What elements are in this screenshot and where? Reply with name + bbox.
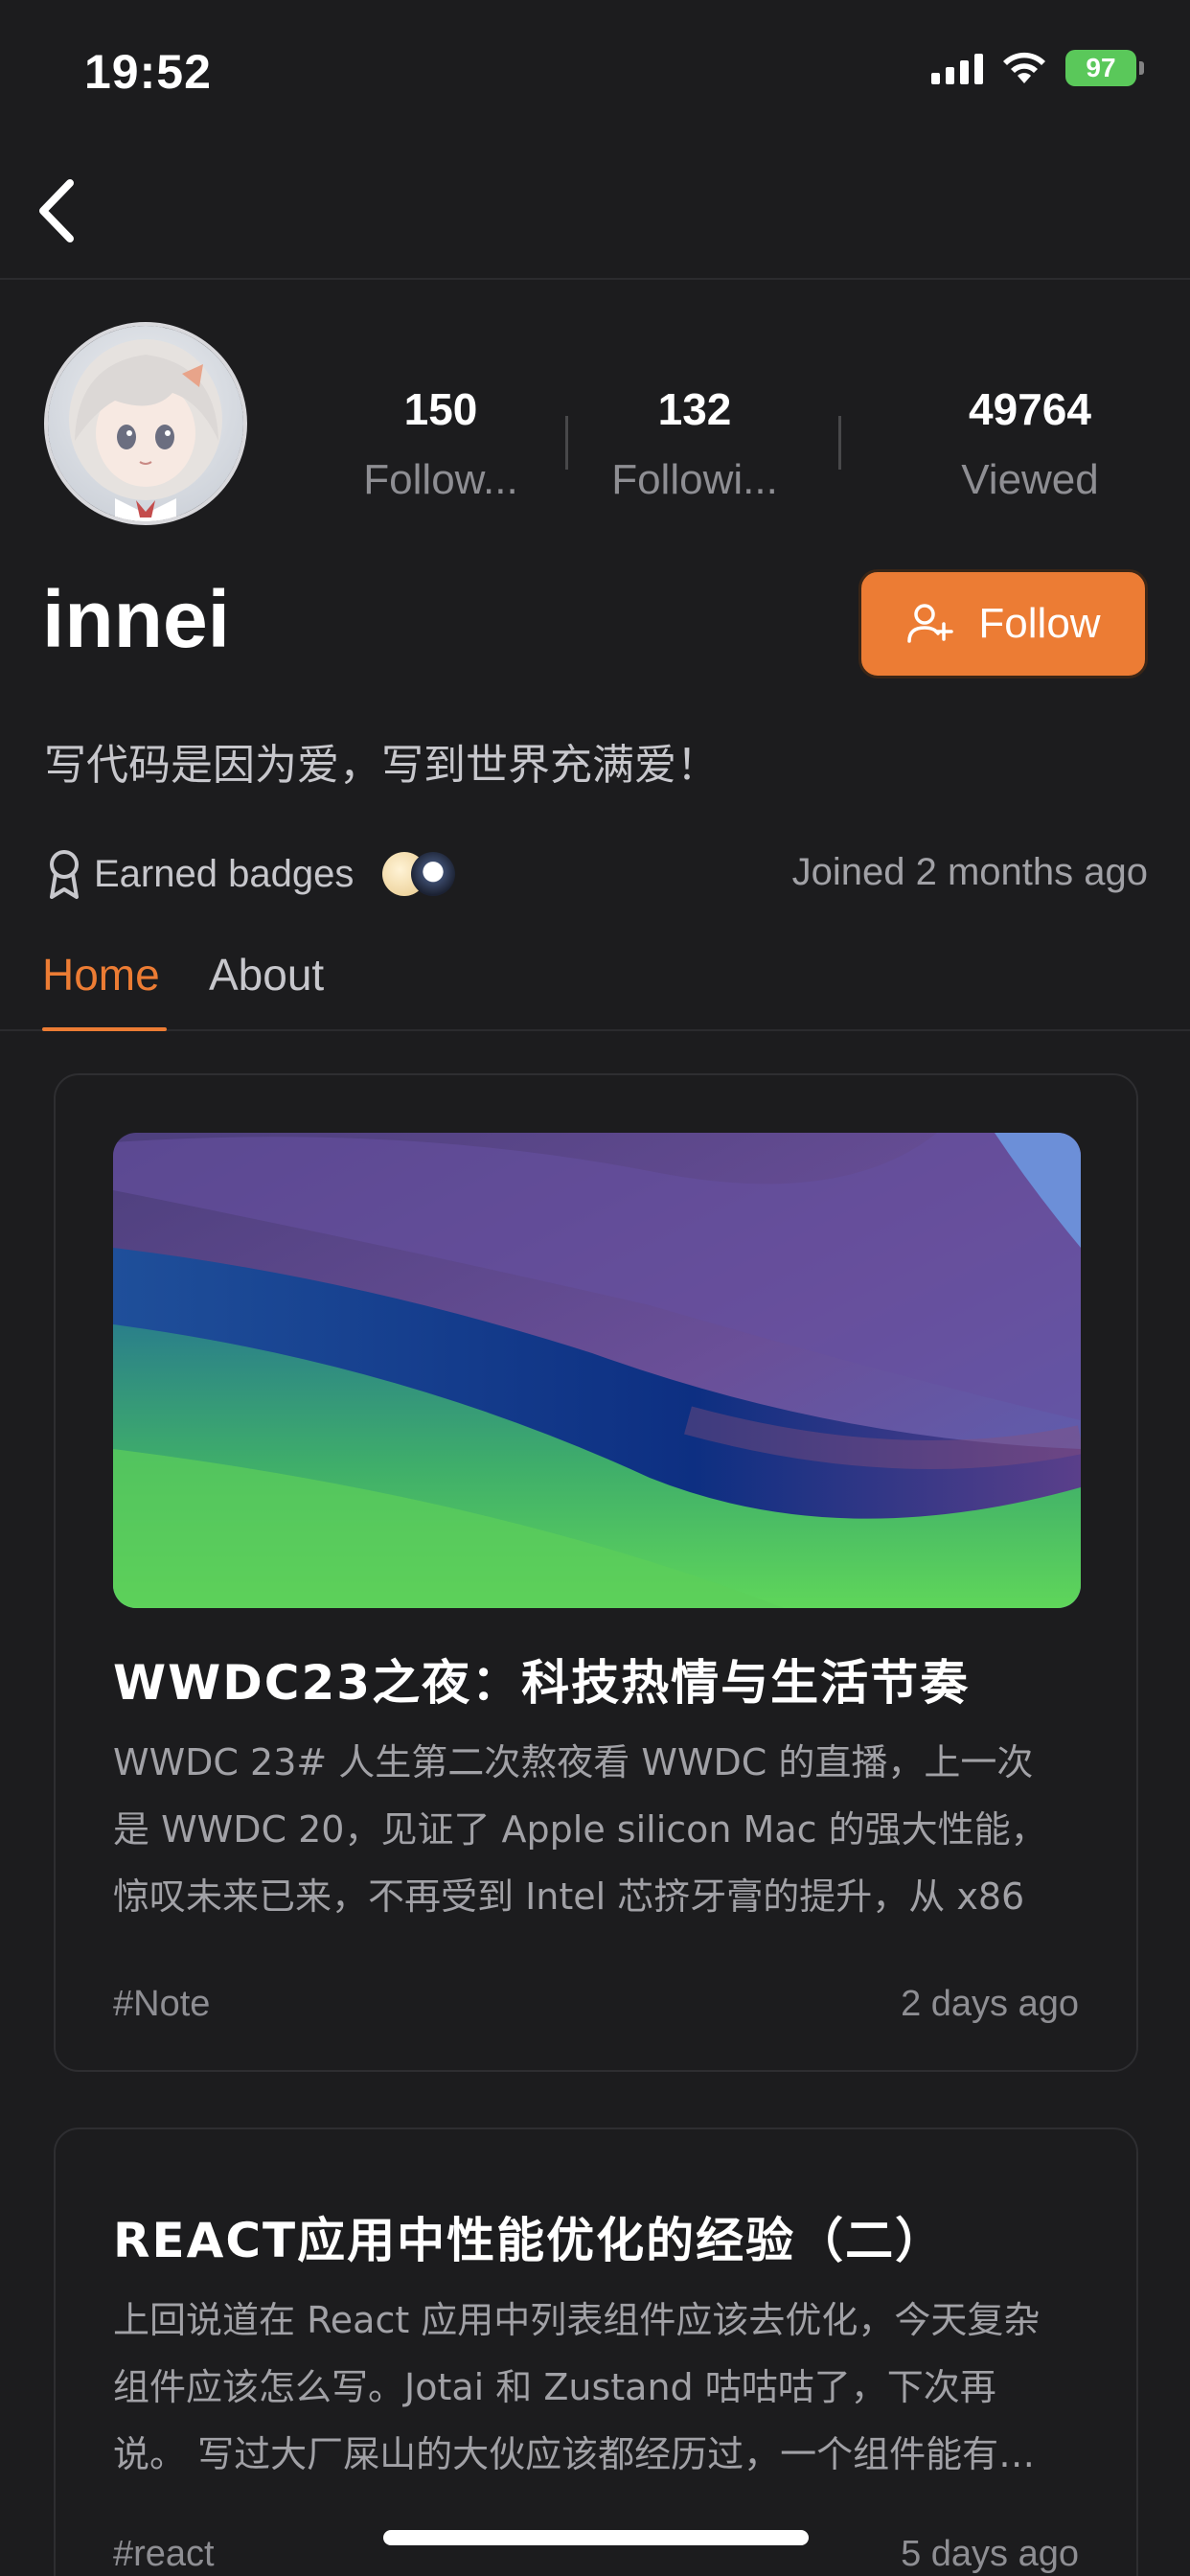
- post-excerpt-line: 组件应该怎么写。Jotai 和 Zustand 咕咕咕了，下次再: [113, 2366, 996, 2408]
- post-tag[interactable]: #react: [113, 2534, 215, 2575]
- stat-label: Viewed: [961, 456, 1099, 503]
- username: innei: [42, 574, 231, 664]
- post-date: 5 days ago: [901, 2534, 1079, 2574]
- stat-followers[interactable]: 150 Follow...: [326, 383, 556, 504]
- post-excerpt: WWDC 23# 人生第二次熬夜看 WWDC 的直播，上一次 是 WWDC 20…: [113, 1729, 1081, 1930]
- follow-button[interactable]: Follow: [858, 569, 1148, 678]
- badge-thumbnail: [411, 852, 456, 896]
- battery-icon: 97: [1065, 50, 1144, 86]
- post-date: 2 days ago: [901, 1984, 1079, 2024]
- post-tag[interactable]: #Note: [113, 1984, 210, 2025]
- post-title[interactable]: WWDC23之夜：科技热情与生活节奏: [113, 1644, 970, 1714]
- earned-badges[interactable]: Earned badges: [44, 843, 469, 905]
- post-excerpt-line: 是 WWDC 20，见证了 Apple silicon Mac 的强大性能，: [113, 1808, 1047, 1851]
- avatar[interactable]: [44, 322, 247, 525]
- stat-value: 132: [657, 384, 732, 434]
- stat-following[interactable]: 132 Followi...: [594, 383, 795, 504]
- tab-about[interactable]: About: [209, 949, 324, 1000]
- stat-label: Followi...: [611, 456, 778, 503]
- post-excerpt-line: 说。 写过大厂屎山的大伙应该都经历过，一个组件能有…: [113, 2433, 1036, 2475]
- battery-level: 97: [1065, 50, 1136, 86]
- stat-divider: [838, 416, 841, 470]
- cellular-signal-icon: [931, 52, 983, 84]
- post-title[interactable]: REACT应用中性能优化的经验（二）: [113, 2202, 945, 2271]
- follow-button-label: Follow: [978, 600, 1101, 647]
- badge-thumbnails: [382, 850, 469, 898]
- post-card[interactable]: REACT应用中性能优化的经验（二） 上回说道在 React 应用中列表组件应该…: [54, 2128, 1138, 2576]
- profile-bio: 写代码是因为爱，写到世界充满爱！: [44, 741, 719, 790]
- home-indicator[interactable]: [383, 2530, 809, 2545]
- badges-label: Earned badges: [94, 852, 355, 895]
- stat-divider: [565, 416, 568, 470]
- wifi-icon: [1003, 52, 1045, 83]
- status-bar: 19:52 97: [0, 0, 1190, 144]
- tab-home[interactable]: Home: [42, 949, 160, 1000]
- badge-icon: [50, 850, 79, 899]
- badges-row: Earned badges Joined 2 months ago: [44, 843, 1148, 905]
- post-excerpt-line: WWDC 23# 人生第二次熬夜看 WWDC 的直播，上一次: [113, 1741, 1034, 1783]
- add-user-icon: [907, 604, 954, 643]
- post-excerpt-line: 惊叹未来已来，不再受到 Intel 芯挤牙膏的提升，从 x86: [113, 1875, 1025, 1918]
- post-card[interactable]: WWDC23之夜：科技热情与生活节奏 WWDC 23# 人生第二次熬夜看 WWD…: [54, 1073, 1138, 2072]
- stat-value: 150: [403, 384, 478, 434]
- stat-viewed[interactable]: 49764 Viewed: [901, 383, 1159, 504]
- navigation-bar: [0, 144, 1190, 280]
- post-cover-image: [113, 1133, 1081, 1608]
- chevron-left-icon: [39, 179, 74, 242]
- stat-value: 49764: [969, 384, 1091, 434]
- profile-tabs: Home About: [0, 949, 1190, 1031]
- profile-screen: 19:52 97 150 Follow... 132 Followi... 49…: [0, 0, 1190, 2576]
- tab-active-indicator: [42, 1027, 167, 1031]
- back-button[interactable]: [19, 172, 96, 249]
- status-icons: 97: [931, 50, 1144, 86]
- status-time: 19:52: [84, 45, 212, 99]
- profile-stats: 150 Follow... 132 Followi... 49764 Viewe…: [326, 383, 1161, 518]
- joined-date: Joined 2 months ago: [791, 851, 1148, 893]
- post-excerpt-line: 上回说道在 React 应用中列表组件应该去优化，今天复杂: [113, 2299, 1041, 2341]
- stat-label: Follow...: [363, 456, 518, 503]
- post-excerpt: 上回说道在 React 应用中列表组件应该去优化，今天复杂 组件应该怎么写。Jo…: [113, 2287, 1081, 2488]
